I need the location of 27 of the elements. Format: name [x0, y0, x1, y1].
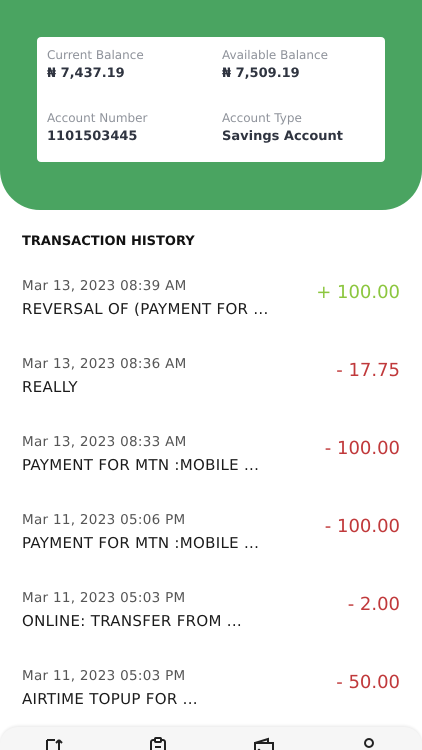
section-title: TRANSACTION HISTORY	[21, 233, 196, 251]
transaction-date: Mar 13, 2023 08:36 AM	[22, 356, 187, 372]
transaction-date: Mar 11, 2023 05:03 PM	[22, 668, 186, 684]
transaction-date: Mar 13, 2023 08:33 AM	[22, 434, 188, 450]
field-label: Available Balance	[222, 48, 329, 62]
transaction-description: ONLINE: TRANSFER FROM ...	[22, 612, 242, 630]
transaction-description: PAYMENT FOR MTN :MOBILE ...	[22, 534, 260, 552]
transaction-description: PAYMENT FOR MTN :MOBILE ...	[22, 456, 260, 474]
transaction-description: REALLY	[22, 378, 79, 396]
transaction-description: AIRTIME TOPUP FOR ...	[22, 690, 198, 708]
transaction-amount: - 2.00	[348, 594, 400, 614]
field-label: Account Type	[222, 111, 303, 125]
transaction-amount: - 17.75	[336, 360, 400, 380]
transaction-date: Mar 11, 2023 05:06 PM	[22, 512, 186, 528]
transaction-amount: - 50.00	[336, 672, 400, 692]
field-label: Account Number	[47, 111, 148, 125]
field-value: ₦ 7,437.19	[47, 66, 126, 81]
field-value: ₦ 7,509.19	[222, 66, 301, 81]
transaction-amount: - 100.00	[324, 516, 400, 536]
field-label: Current Balance	[47, 48, 145, 62]
field-value: 1101503445	[47, 129, 138, 144]
field-value: Savings Account	[222, 129, 344, 144]
transaction-date: Mar 11, 2023 05:03 PM	[22, 590, 186, 606]
transaction-description: REVERSAL OF (PAYMENT FOR ...	[22, 300, 269, 318]
transaction-amount: - 100.00	[324, 438, 400, 458]
transaction-amount: + 100.00	[316, 282, 400, 302]
transaction-date: Mar 13, 2023 08:39 AM	[22, 278, 188, 294]
